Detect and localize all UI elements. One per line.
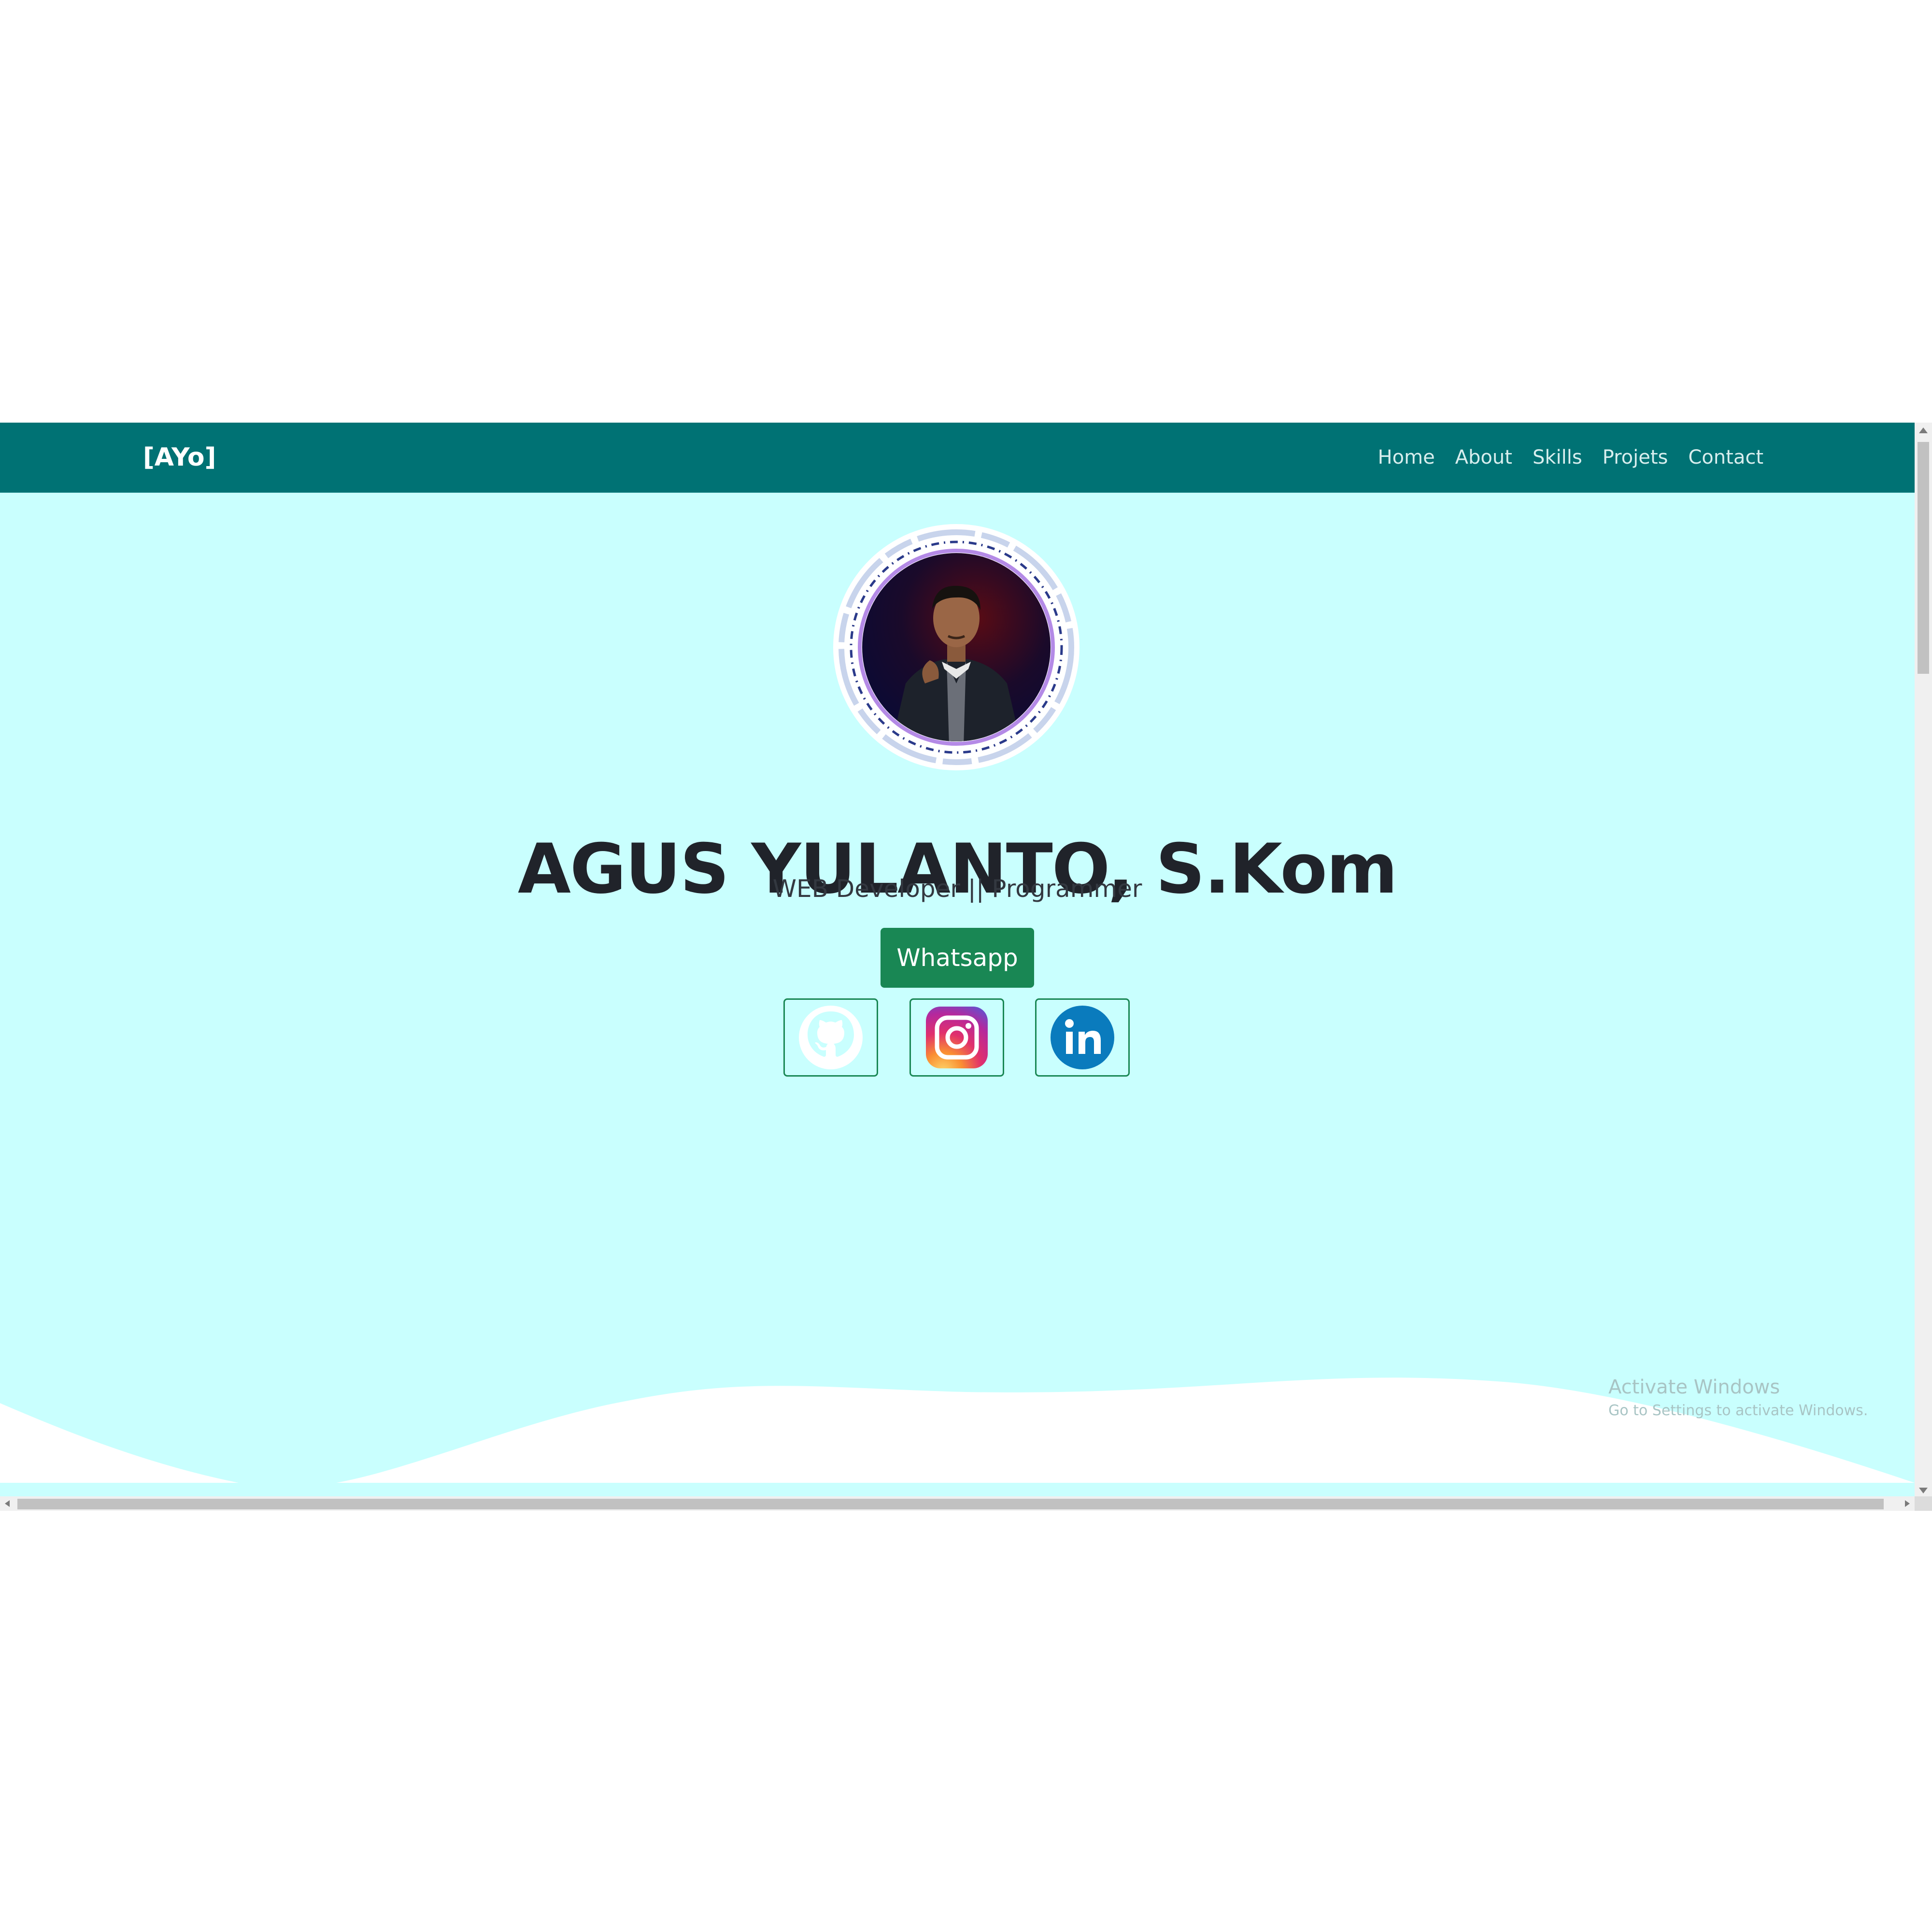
nav-home-link[interactable]: Home bbox=[1378, 443, 1435, 472]
horizontal-scrollbar[interactable] bbox=[0, 1496, 1915, 1511]
windows-activation-watermark: Activate Windows Go to Settings to activ… bbox=[1608, 1374, 1868, 1421]
scroll-down-arrow-icon[interactable] bbox=[1919, 1488, 1928, 1493]
nav-about-link[interactable]: About bbox=[1455, 443, 1512, 472]
linkedin-button[interactable] bbox=[1035, 998, 1130, 1077]
scrollbar-corner bbox=[1915, 1496, 1932, 1511]
horizontal-scroll-thumb[interactable] bbox=[17, 1499, 1884, 1509]
watermark-title: Activate Windows bbox=[1608, 1376, 1780, 1398]
vertical-scroll-thumb[interactable] bbox=[1918, 442, 1929, 674]
instagram-icon bbox=[926, 1007, 988, 1068]
vertical-scrollbar[interactable] bbox=[1915, 423, 1932, 1496]
instagram-button[interactable] bbox=[909, 998, 1004, 1077]
whatsapp-button[interactable]: Whatsapp bbox=[881, 928, 1034, 988]
nav-skills-link[interactable]: Skills bbox=[1533, 443, 1582, 472]
linkedin-icon bbox=[1051, 1006, 1114, 1069]
subtitle: WEB Developer || Programmer bbox=[772, 875, 1142, 903]
github-button[interactable] bbox=[783, 998, 878, 1077]
brand-logo[interactable]: [AYo] bbox=[143, 442, 216, 473]
nav-contact-link[interactable]: Contact bbox=[1688, 443, 1763, 472]
scroll-right-arrow-icon[interactable] bbox=[1905, 1500, 1910, 1507]
nav-links: Home About Skills Projets Contact bbox=[1378, 443, 1763, 472]
scroll-up-arrow-icon[interactable] bbox=[1919, 427, 1928, 433]
github-icon bbox=[799, 1006, 863, 1069]
navbar: [AYo] Home About Skills Projets Contact bbox=[0, 423, 1915, 493]
browser-viewport: [AYo] Home About Skills Projets Contact bbox=[0, 423, 1932, 1511]
watermark-subtitle: Go to Settings to activate Windows. bbox=[1608, 1402, 1868, 1419]
avatar bbox=[833, 524, 1080, 770]
nav-projects-link[interactable]: Projets bbox=[1603, 443, 1668, 472]
scroll-left-arrow-icon[interactable] bbox=[5, 1500, 10, 1507]
